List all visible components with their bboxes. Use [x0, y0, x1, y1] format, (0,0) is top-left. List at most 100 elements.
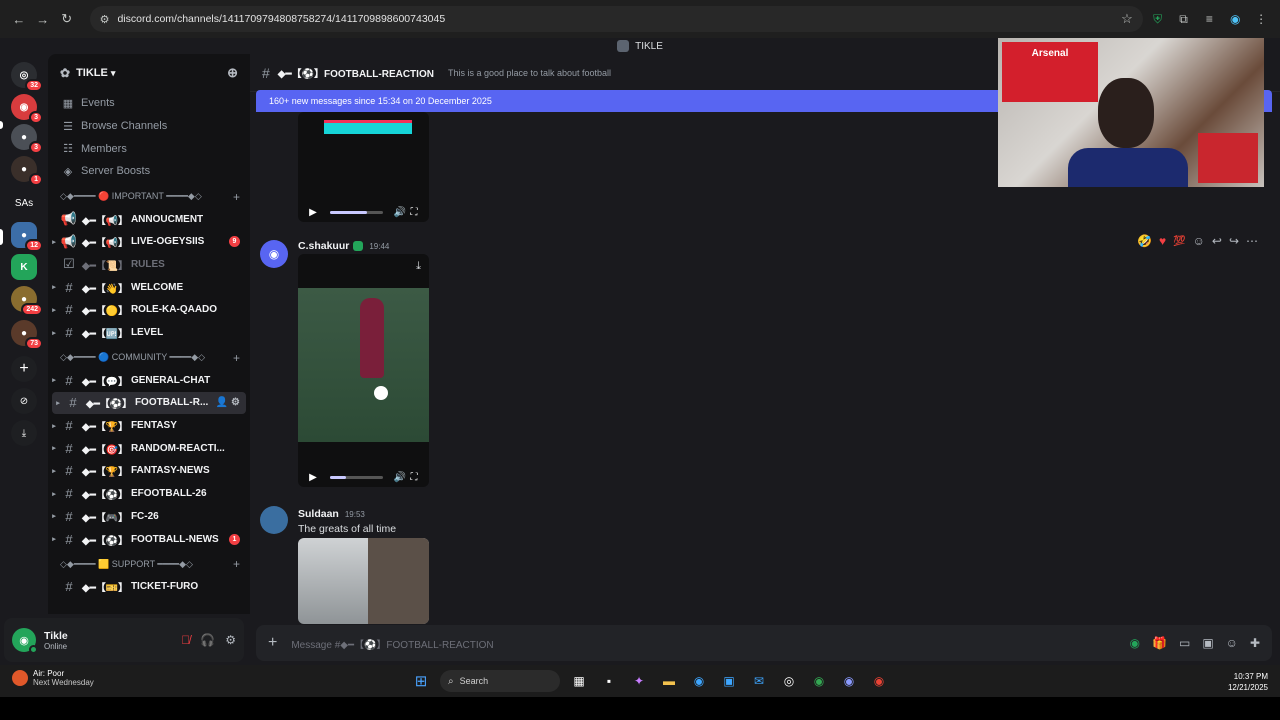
- reply-icon[interactable]: ↩: [1212, 234, 1222, 248]
- channel-topic[interactable]: This is a good place to talk about footb…: [448, 68, 611, 78]
- browser-menu-icon[interactable]: ⋮: [1250, 8, 1272, 30]
- server-folder[interactable]: ● 242: [11, 286, 43, 316]
- emoji-icon[interactable]: ☺: [1226, 636, 1238, 650]
- add-channel-icon[interactable]: +: [233, 557, 240, 571]
- address-bar[interactable]: ⚙ discord.com/channels/14117097948087582…: [89, 6, 1143, 32]
- message-input[interactable]: Message #◆━【⚽】FOOTBALL-REACTION: [291, 636, 493, 651]
- add-server-icon[interactable]: +: [11, 356, 37, 382]
- copilot-icon[interactable]: ✦: [628, 670, 650, 692]
- obs-icon[interactable]: ◎: [778, 670, 800, 692]
- author-name[interactable]: C.shakuur: [298, 240, 349, 252]
- volume-icon[interactable]: 🔊: [393, 207, 407, 218]
- message-composer[interactable]: + Message #◆━【⚽】FOOTBALL-REACTION ◉ 🎁 ▭ …: [256, 625, 1272, 661]
- sticker-icon[interactable]: ▣: [1202, 636, 1213, 650]
- avatar[interactable]: ◉: [12, 628, 38, 654]
- volume-icon[interactable]: 🔊: [393, 472, 407, 483]
- mic-muted-icon[interactable]: 🎙̸: [181, 633, 190, 647]
- add-reaction-icon[interactable]: ☺: [1193, 234, 1205, 248]
- menu-server-boosts[interactable]: ◈ Server Boosts: [48, 160, 250, 183]
- download-icon[interactable]: ⤓: [11, 420, 37, 446]
- channel-random-reaction[interactable]: ▸ # ◆━【🎯】 RANDOM-REACTI...: [48, 437, 250, 460]
- media-control-icon[interactable]: ≡: [1198, 8, 1220, 30]
- user-names[interactable]: Tikle Online: [44, 630, 68, 651]
- add-channel-icon[interactable]: +: [233, 351, 240, 365]
- video-progress[interactable]: [330, 210, 383, 214]
- menu-events[interactable]: ▦ Events: [48, 92, 250, 115]
- forward-icon[interactable]: →: [32, 8, 54, 30]
- video-controls[interactable]: ▶ 🔊 ⛶: [298, 467, 429, 487]
- server-icon-2[interactable]: ● 3: [11, 124, 43, 154]
- edge-icon[interactable]: ◉: [688, 670, 710, 692]
- server-icon-3[interactable]: ● 1: [11, 156, 43, 186]
- server-icon-tikle[interactable]: ● 12: [11, 222, 43, 252]
- avatar[interactable]: [260, 506, 288, 534]
- menu-members[interactable]: ☷ Members: [48, 137, 250, 160]
- video-progress[interactable]: [330, 475, 383, 479]
- image-attachment[interactable]: [298, 538, 429, 624]
- author-name[interactable]: Suldaan: [298, 508, 339, 520]
- terminal-icon[interactable]: ▪: [598, 670, 620, 692]
- server-folder-sas[interactable]: SAs: [11, 190, 37, 216]
- video-attachment[interactable]: ⤓ ▶ 🔊 ⛶: [298, 254, 429, 487]
- play-icon[interactable]: ▶: [306, 472, 320, 483]
- channel-live-ogeysiis[interactable]: ▸ 📢 ◆━【📢】 LIVE-OGEYSIIS 9: [48, 230, 250, 253]
- channel-football-news[interactable]: ▸ # ◆━【⚽】 FOOTBALL-NEWS 1: [48, 528, 250, 551]
- back-icon[interactable]: ←: [8, 8, 30, 30]
- category-community[interactable]: ◇◆━━━━ 🔵 COMMUNITY ━━━━◆◇ +: [48, 347, 250, 369]
- emoji-laugh-icon[interactable]: 🤣: [1137, 234, 1152, 248]
- file-explorer-icon[interactable]: ▬: [658, 670, 680, 692]
- attach-plus-icon[interactable]: +: [268, 634, 277, 652]
- server-icon-1[interactable]: ◉ 3: [11, 94, 43, 124]
- channel-general-chat[interactable]: ▸ # ◆━【💬】 GENERAL-CHAT: [48, 369, 250, 392]
- system-clock[interactable]: 10:37 PM 12/21/2025: [1228, 671, 1268, 693]
- channel-settings-gear-icon[interactable]: 👤 ⚙: [216, 397, 240, 408]
- store-icon[interactable]: ▣: [718, 670, 740, 692]
- taskbar-search[interactable]: ⌕ Search: [440, 670, 560, 692]
- site-info-icon[interactable]: ⚙: [100, 13, 110, 26]
- channel-football-reaction[interactable]: ▸ # ◆━【⚽】 FOOTBALL-R... 👤 ⚙: [52, 391, 246, 415]
- channel-annoucment[interactable]: 📢 ◆━【📢】 ANNOUCMENT: [48, 208, 250, 231]
- task-view-icon[interactable]: ▦: [568, 670, 590, 692]
- channel-fantasy-news[interactable]: ▸ # ◆━【🏆】 FANTASY-NEWS: [48, 460, 250, 483]
- fullscreen-icon[interactable]: ⛶: [407, 207, 421, 218]
- server-header[interactable]: ✿ TIKLE ▾ ⊕: [48, 54, 250, 92]
- video-controls[interactable]: ▶ 🔊 ⛶: [298, 202, 429, 222]
- windows-start-icon[interactable]: ⊞: [410, 670, 432, 692]
- add-channel-icon[interactable]: +: [233, 190, 240, 204]
- forward-icon[interactable]: ↪: [1229, 234, 1239, 248]
- menu-browse-channels[interactable]: ☰ Browse Channels: [48, 115, 250, 138]
- gif-icon[interactable]: ▭: [1179, 636, 1190, 650]
- weather-widget[interactable]: Air: Poor Next Wednesday: [12, 669, 94, 687]
- video-attachment[interactable]: ▶ 🔊 ⛶: [298, 112, 429, 222]
- channel-fc-26[interactable]: ▸ # ◆━【🎮】 FC-26: [48, 505, 250, 528]
- category-support[interactable]: ◇◆━━━━ 🟨 SUPPORT ━━━━◆◇ +: [48, 553, 250, 575]
- channel-efootball-26[interactable]: ▸ # ◆━【⚽】 EFOOTBALL-26: [48, 482, 250, 505]
- channel-welcome[interactable]: ▸ # ◆━【👋】 WELCOME: [48, 276, 250, 299]
- chrome-icon[interactable]: ◉: [808, 670, 830, 692]
- channel-rules[interactable]: ☑ ◆━【📜】 RULES: [48, 253, 250, 276]
- direct-messages-icon[interactable]: ◎ 32: [11, 62, 43, 92]
- channel-level[interactable]: ▸ # ◆━【🆙】 LEVEL: [48, 321, 250, 344]
- fullscreen-icon[interactable]: ⛶: [407, 472, 421, 483]
- download-icon[interactable]: ⤓: [416, 260, 421, 273]
- profile-avatar-icon[interactable]: ◉: [1224, 8, 1246, 30]
- server-icon-4[interactable]: ● 73: [11, 320, 43, 350]
- discord-icon[interactable]: ◉: [838, 670, 860, 692]
- outlook-icon[interactable]: ✉: [748, 670, 770, 692]
- extension-shield-icon[interactable]: ⛨: [1147, 8, 1169, 30]
- apps-icon[interactable]: ✚: [1250, 636, 1260, 650]
- emoji-100-icon[interactable]: 💯: [1173, 236, 1185, 247]
- chrome-profile-icon[interactable]: ◉: [868, 670, 890, 692]
- emoji-heart-icon[interactable]: ♥: [1159, 234, 1166, 248]
- discover-icon[interactable]: ⊘: [11, 388, 37, 414]
- channel-fentasy[interactable]: ▸ # ◆━【🏆】 FENTASY: [48, 414, 250, 437]
- bookmark-star-icon[interactable]: ☆: [1121, 11, 1133, 27]
- server-icon-k[interactable]: K: [11, 254, 37, 280]
- extensions-puzzle-icon[interactable]: ⧉: [1173, 8, 1195, 30]
- gift-icon[interactable]: 🎁: [1152, 636, 1167, 650]
- reload-icon[interactable]: ↻: [56, 8, 78, 30]
- settings-gear-icon[interactable]: ⚙: [225, 633, 236, 647]
- headphones-icon[interactable]: 🎧: [200, 633, 215, 647]
- play-icon[interactable]: ▶: [306, 207, 320, 218]
- channel-role-ka-qaado[interactable]: ▸ # ◆━【🟡】 ROLE-KA-QAADO: [48, 299, 250, 322]
